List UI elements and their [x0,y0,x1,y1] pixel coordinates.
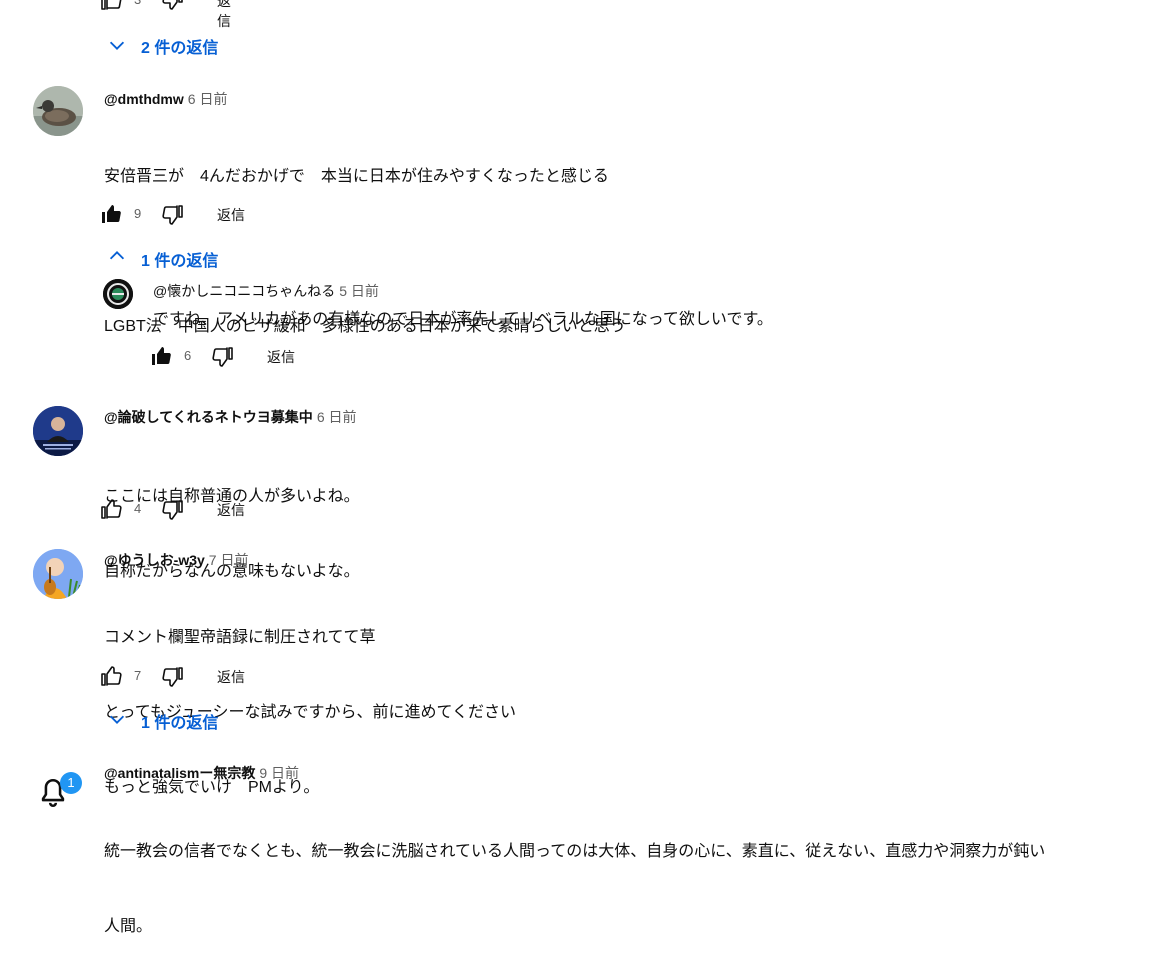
comment-text: 統一教会の信者でなくとも、統一教会に洗脳されている人間ってのは大体、自身の心に、… [104,789,1045,964]
like-icon[interactable] [100,664,124,693]
like-icon[interactable] [100,497,124,526]
comment-line: 安倍晋三が 4んだおかげで 本当に日本が住みやすくなったと感じる [104,168,609,185]
comment-line: 統一教会の信者でなくとも、統一教会に洗脳されている人間ってのは大体、自身の心に、… [104,843,1046,860]
reply-actions: 6 返信 [150,344,350,368]
author-handle[interactable]: @ゆうしお-w3y [104,552,205,568]
dislike-icon[interactable] [160,203,184,232]
reply-button[interactable]: 返信 [217,667,245,687]
avatar[interactable] [33,549,83,599]
comment-author[interactable]: @論破してくれるネトウヨ募集中 6 日前 [104,407,357,427]
dislike-icon[interactable] [160,665,184,694]
comment-author[interactable]: @antinatalismー無宗教 9 日前 [104,763,299,783]
reply-author[interactable]: @懐かしニコニコちゃんねる 5 日前 [153,281,379,301]
dislike-icon[interactable] [210,345,234,374]
reply-button[interactable]: 返信 [217,500,245,520]
like-count: 9 [134,206,142,221]
person-avatar-image [33,406,83,456]
replies-toggle-label: 1 件の返信 [141,253,219,270]
like-icon-filled[interactable] [100,202,124,231]
comment-text: コメント欄聖帝語録に制圧されてて草 とってもジューシーな試みですから、前に進めて… [104,575,516,825]
author-handle[interactable]: @論破してくれるネトウヨ募集中 [104,409,313,425]
guitar-avatar-image [33,549,83,599]
comment-line: コメント欄聖帝語録に制圧されてて草 [104,629,376,646]
reply-avatar[interactable] [103,279,133,309]
comment-time[interactable]: 7 日前 [209,552,249,568]
like-count: 6 [184,348,192,363]
replies-toggle[interactable]: 1 件の返信 [106,707,266,732]
author-handle[interactable]: @dmthdmw [104,91,184,107]
replies-toggle-label: 2 件の返信 [141,40,219,57]
comment-actions: 7 返信 [100,664,300,688]
comment-actions: 4 返信 [100,497,300,521]
avatar[interactable] [33,406,83,456]
like-count: 7 [134,668,142,683]
comment-author[interactable]: @ゆうしお-w3y 7 日前 [104,550,248,570]
author-handle[interactable]: @antinatalismー無宗教 [104,765,255,781]
reply-button[interactable]: 返信 [217,205,245,225]
comment-time[interactable]: 6 日前 [188,91,228,107]
comment-line: 人間。 [104,918,153,935]
comment-time[interactable]: 5 日前 [339,283,379,299]
comment-actions: 9 返信 [100,202,300,226]
like-icon-filled[interactable] [150,344,174,373]
like-count: 3 [134,0,141,7]
dislike-icon[interactable] [160,498,184,527]
chevron-down-icon [106,708,128,735]
comment-time[interactable]: 6 日前 [317,409,357,425]
comment-time[interactable]: 9 日前 [259,765,299,781]
channel-logo-image [103,279,133,309]
reply-button[interactable]: 返信 [267,347,295,367]
comment-author[interactable]: @dmthdmw 6 日前 [104,89,227,109]
avatar[interactable] [33,86,83,136]
author-handle[interactable]: @懐かしニコニコちゃんねる [153,283,335,299]
notification-bell[interactable]: 1 [36,772,82,812]
replies-toggle-label: 1 件の返信 [141,715,219,732]
chevron-down-icon [106,34,128,61]
replies-toggle[interactable]: 1 件の返信 [106,245,266,272]
chevron-up-icon [106,245,128,272]
reply-button[interactable]: 返信 [217,0,231,31]
reply-text: ですね、アメリカがあの有様なので日本が率先してリベラルな国になって欲しいです。 [153,311,773,328]
duck-avatar-image [33,86,83,136]
like-count: 4 [134,501,142,516]
like-icon[interactable] [100,0,124,17]
dislike-icon[interactable] [160,0,184,17]
notification-badge: 1 [60,772,82,794]
